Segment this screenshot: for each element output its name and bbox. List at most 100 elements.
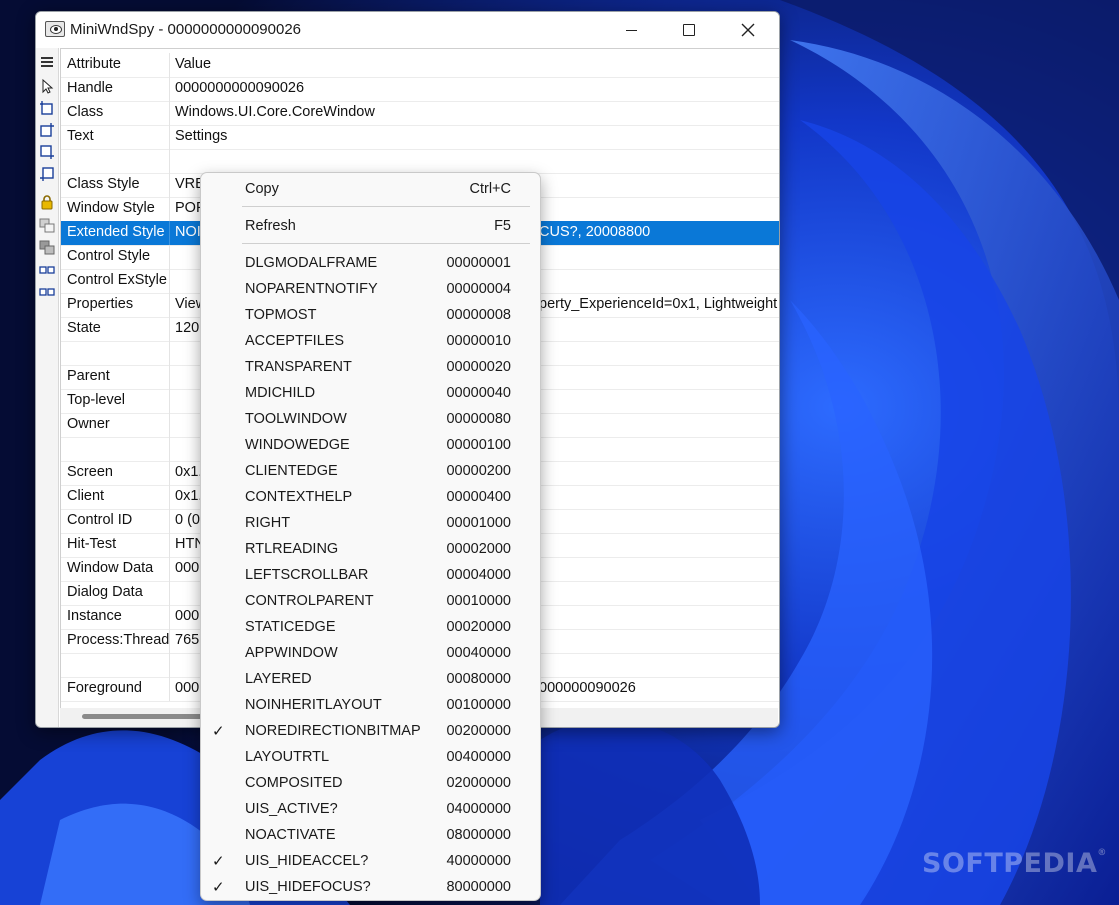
- window-title: MiniWndSpy - 0000000000090026: [70, 21, 301, 38]
- prev-window-icon[interactable]: [39, 166, 55, 182]
- menu-item-flag[interactable]: NOPARENTNOTIFY 00000004: [201, 277, 540, 303]
- menu-separator: [242, 243, 530, 244]
- menu-item-label: TOOLWINDOW: [245, 411, 347, 427]
- menu-item-refresh[interactable]: Refresh F5: [201, 214, 540, 240]
- menu-item-value: 00000020: [446, 359, 511, 375]
- value-cell-overflow: perty_ExperienceId=0x1, Lightweight: [539, 296, 778, 312]
- menu-item-flag[interactable]: WINDOWEDGE 00000100: [201, 433, 540, 459]
- menu-item-label: CLIENTEDGE: [245, 463, 338, 479]
- table-row[interactable]: Text Settings: [61, 125, 779, 150]
- menu-item-value: 00010000: [446, 593, 511, 609]
- menu-item-value: 00000001: [446, 255, 511, 271]
- menu-item-flag[interactable]: UIS_ACTIVE? 04000000: [201, 797, 540, 823]
- menu-item-label: NOREDIRECTIONBITMAP: [245, 723, 421, 739]
- attribute-cell: Class Style: [67, 176, 140, 192]
- menu-item-flag[interactable]: COMPOSITED 02000000: [201, 771, 540, 797]
- menu-item-value: 40000000: [446, 853, 511, 869]
- table-row[interactable]: [61, 149, 779, 174]
- menu-item-label: RTLREADING: [245, 541, 339, 557]
- value-header: Value: [175, 56, 212, 72]
- maximize-button[interactable]: [660, 12, 718, 48]
- menu-item-flag[interactable]: LAYOUTRTL 00400000: [201, 745, 540, 771]
- menu-item-flag[interactable]: NOACTIVATE 08000000: [201, 823, 540, 849]
- value-cell: 000: [175, 680, 200, 696]
- attribute-cell: Handle: [67, 80, 113, 96]
- menu-item-value: 00000100: [446, 437, 511, 453]
- menu-item-flag[interactable]: MDICHILD 00000040: [201, 381, 540, 407]
- menu-item-label: UIS_ACTIVE?: [245, 801, 338, 817]
- menu-item-label: TOPMOST: [245, 307, 317, 323]
- menu-item-flag[interactable]: RTLREADING 00002000: [201, 537, 540, 563]
- maximize-icon: [683, 24, 695, 36]
- menu-item-value: 00040000: [446, 645, 511, 661]
- menu-item-flag[interactable]: CLIENTEDGE 00000200: [201, 459, 540, 485]
- close-button[interactable]: [719, 12, 777, 48]
- menu-icon[interactable]: [39, 54, 55, 70]
- table-row[interactable]: Handle 0000000000090026: [61, 77, 779, 102]
- menu-item-flag[interactable]: ✓ UIS_HIDEACCEL? 40000000: [201, 849, 540, 875]
- value-cell: Windows.UI.Core.CoreWindow: [175, 104, 375, 120]
- menu-item-flag[interactable]: DLGMODALFRAME 00000001: [201, 251, 540, 277]
- scrollbar-thumb[interactable]: [82, 714, 212, 719]
- menu-item-value: 00002000: [446, 541, 511, 557]
- window-stack-icon[interactable]: [39, 240, 55, 256]
- value-cell: 000: [175, 560, 200, 576]
- attribute-cell: Owner: [67, 416, 110, 432]
- menu-item-flag[interactable]: LAYERED 00080000: [201, 667, 540, 693]
- value-cell-overflow: 000000090026: [539, 680, 636, 696]
- menu-item-value: 00000080: [446, 411, 511, 427]
- menu-item-flag[interactable]: TOPMOST 00000008: [201, 303, 540, 329]
- minimize-button[interactable]: [602, 12, 660, 48]
- window-overlap-icon[interactable]: [39, 218, 55, 234]
- menu-item-label: UIS_HIDEACCEL?: [245, 853, 369, 869]
- menu-item-label: Refresh: [245, 218, 296, 234]
- menu-item-value: 02000000: [446, 775, 511, 791]
- value-cell: 120: [175, 320, 200, 336]
- menu-item-copy[interactable]: Copy Ctrl+C: [201, 177, 540, 203]
- menu-item-label: RIGHT: [245, 515, 291, 531]
- menu-item-flag[interactable]: ACCEPTFILES 00000010: [201, 329, 540, 355]
- attribute-cell: Hit-Test: [67, 536, 117, 552]
- attribute-cell: Class: [67, 104, 104, 120]
- grid-header: Attribute Value: [61, 53, 779, 78]
- menu-item-flag[interactable]: TRANSPARENT 00000020: [201, 355, 540, 381]
- attribute-cell: Control ID: [67, 512, 133, 528]
- tile-horizontal-icon[interactable]: [39, 262, 55, 278]
- menu-item-value: 00000008: [446, 307, 511, 323]
- lock-icon[interactable]: [39, 194, 55, 210]
- menu-item-flag[interactable]: STATICEDGE 00020000: [201, 615, 540, 641]
- menu-item-flag[interactable]: ✓ UIS_HIDEFOCUS? 80000000: [201, 875, 540, 900]
- tile-vertical-icon[interactable]: [39, 284, 55, 300]
- softpedia-watermark: SOFTPEDIA®: [922, 848, 1107, 879]
- attribute-cell: Client: [67, 488, 105, 504]
- menu-item-flag[interactable]: LEFTSCROLLBAR 00004000: [201, 563, 540, 589]
- extended-style-context-menu: Copy Ctrl+C Refresh F5 DLGMODALFRAME 00000001…: [200, 172, 541, 901]
- menu-item-label: WINDOWEDGE: [245, 437, 350, 453]
- menu-item-flag[interactable]: RIGHT 00001000: [201, 511, 540, 537]
- menu-item-value: Ctrl+C: [469, 181, 512, 197]
- menu-item-flag[interactable]: TOOLWINDOW 00000080: [201, 407, 540, 433]
- menu-item-flag[interactable]: CONTROLPARENT 00010000: [201, 589, 540, 615]
- menu-item-value: 08000000: [446, 827, 511, 843]
- menu-item-flag[interactable]: CONTEXTHELP 00000400: [201, 485, 540, 511]
- parent-window-icon[interactable]: [39, 100, 55, 116]
- side-toolbar: [36, 48, 59, 727]
- menu-item-flag[interactable]: NOINHERITLAYOUT 00100000: [201, 693, 540, 719]
- menu-item-value: F5: [494, 218, 511, 234]
- table-row[interactable]: Class Windows.UI.Core.CoreWindow: [61, 101, 779, 126]
- attribute-cell: Properties: [67, 296, 134, 312]
- menu-item-label: CONTROLPARENT: [245, 593, 374, 609]
- menu-item-label: LEFTSCROLLBAR: [245, 567, 369, 583]
- child-window-icon[interactable]: [39, 144, 55, 160]
- menu-item-label: MDICHILD: [245, 385, 316, 401]
- pointer-icon[interactable]: [39, 78, 55, 94]
- next-window-icon[interactable]: [39, 122, 55, 138]
- attribute-cell: Control ExStyle: [67, 272, 167, 288]
- menu-item-flag[interactable]: ✓ NOREDIRECTIONBITMAP 00200000: [201, 719, 540, 745]
- attribute-cell: Instance: [67, 608, 122, 624]
- menu-item-label: COMPOSITED: [245, 775, 343, 791]
- close-icon: [741, 23, 755, 37]
- title-bar[interactable]: MiniWndSpy - 0000000000090026: [36, 12, 779, 48]
- menu-item-value: 00000200: [446, 463, 511, 479]
- menu-item-flag[interactable]: APPWINDOW 00040000: [201, 641, 540, 667]
